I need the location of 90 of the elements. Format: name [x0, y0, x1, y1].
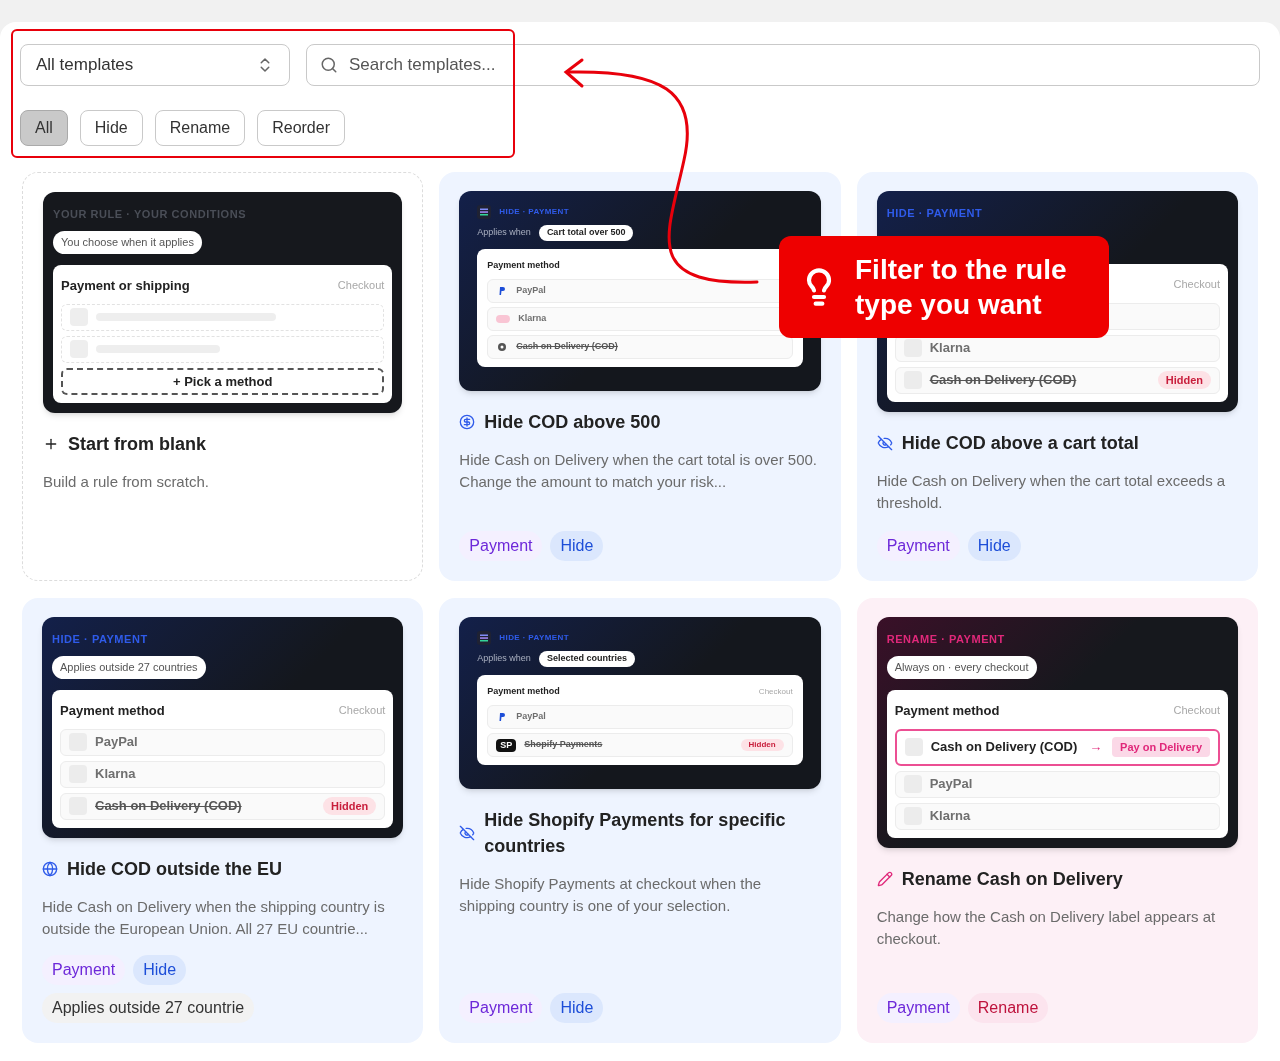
method-label: Klarna: [95, 765, 136, 784]
condition-prefix: Applies when: [477, 652, 531, 666]
hidden-badge: Hidden: [1157, 370, 1211, 390]
coin-icon: [496, 341, 509, 353]
template-select[interactable]: All templates: [20, 44, 290, 86]
panel-title: Payment method: [487, 259, 560, 273]
pick-method-button[interactable]: + Pick a method: [61, 367, 385, 395]
template-card[interactable]: [439, 172, 841, 581]
tag: Payment: [876, 993, 960, 1023]
method-label: Klarna: [929, 339, 971, 358]
card-description: Hide Cash on Delivery when the shipping country is outside the European Union. All 27 EU countrie...: [42, 896, 386, 939]
pencil-icon: [876, 870, 893, 887]
template-card[interactable]: YOUR RULE · YOUR CONDITIONS You choose when it applies Payment or shipping Checkout + Pick a method Start from blank Build a rule from scratch.: [22, 172, 424, 581]
callout-text: Filter to the rule type you want: [855, 253, 1068, 322]
card-title: Hide Shopify Payments for specific countries: [484, 809, 787, 858]
filter-chip[interactable]: Reorder: [257, 110, 345, 146]
card-description: Hide Shopify Payments at checkout when the shipping country is one of your selection.: [459, 874, 763, 916]
card-title: Rename Cash on Delivery: [901, 867, 1123, 891]
preview-header: YOUR RULE · YOUR CONDITIONS: [53, 207, 247, 222]
method-label: PayPal: [516, 710, 546, 724]
logo-icon: SP: [496, 738, 517, 752]
panel-title: Payment method: [487, 685, 560, 699]
card-description: Hide Cash on Delivery when the cart total exceeds a threshold.: [876, 470, 1227, 513]
hidden-badge: Hidden: [323, 796, 377, 816]
preview-header: RENAME · PAYMENT: [886, 632, 1005, 647]
panel-note: Checkout: [337, 278, 385, 294]
tag: Payment: [459, 993, 543, 1023]
struck-method-label: Cash on Delivery (COD): [516, 340, 618, 354]
tag: Hide: [967, 531, 1021, 561]
list-logo-icon: [477, 631, 492, 645]
condition-pill: Always on · every checkout: [886, 656, 1037, 679]
card-title: Start from blank: [68, 433, 207, 456]
panel-note: Checkout: [1173, 277, 1220, 293]
condition-pill: You choose when it applies: [53, 231, 202, 254]
struck-method-label: Cash on Delivery (COD): [929, 371, 1077, 390]
tag: Payment: [42, 955, 126, 985]
condition-pill: Cart total over 500: [538, 225, 634, 241]
template-card[interactable]: [22, 598, 424, 1043]
filter-chip[interactable]: Rename: [154, 110, 246, 146]
tag: Hide: [550, 993, 604, 1023]
filter-chip[interactable]: All: [20, 110, 68, 146]
struck-method-label: Cash on Delivery (COD): [95, 797, 242, 816]
eye-off-icon: [876, 434, 893, 451]
card-title: Hide COD outside the EU: [67, 857, 282, 881]
globe-icon: [42, 860, 58, 877]
tag: Hide: [133, 955, 187, 985]
method-label: Klarna: [518, 312, 547, 326]
method-label: PayPal: [929, 775, 973, 794]
filter-chip[interactable]: Hide: [79, 110, 143, 146]
arrow-icon: →: [1089, 737, 1103, 757]
panel-title: Payment method: [60, 701, 165, 720]
plus-icon: [43, 436, 59, 452]
card-title: Hide COD above a cart total: [901, 431, 1139, 455]
eye-off-icon: [459, 825, 476, 841]
panel-note: Checkout: [1173, 703, 1220, 719]
panel-title: Payment method: [894, 701, 1000, 720]
list-logo-icon: [477, 205, 492, 219]
klarna-logo-icon: [496, 315, 511, 323]
tag: Payment: [876, 531, 960, 561]
card-description: Build a rule from scratch.: [43, 472, 210, 492]
method-label: PayPal: [95, 733, 138, 752]
struck-method-label: Shopify Payments: [524, 738, 603, 752]
search-field[interactable]: Search templates...: [306, 44, 1260, 86]
preview-header: HIDE · PAYMENT: [886, 206, 983, 221]
method-label: PayPal: [516, 284, 546, 298]
applies-note: Applies outside 27 countrie: [42, 993, 255, 1023]
card-description: Change how the Cash on Delivery label appears at checkout.: [876, 906, 1217, 949]
panel-note: Checkout: [338, 703, 386, 719]
tag: Payment: [459, 531, 543, 561]
condition-pill: Applies outside 27 countries: [52, 656, 206, 679]
condition-pill: Selected countries: [538, 651, 635, 667]
preview-header: HIDE · PAYMENT: [52, 632, 148, 647]
dollar-icon: [459, 414, 476, 430]
template-card[interactable]: [439, 598, 841, 1043]
preview-header: HIDE · PAYMENT: [499, 632, 569, 644]
method-label: Cash on Delivery (COD): [930, 738, 1078, 757]
renamed-label: Pay on Delivery: [1112, 736, 1210, 758]
tag: Rename: [967, 993, 1049, 1023]
panel-note: Checkout: [758, 686, 793, 698]
hidden-badge: Hidden: [740, 739, 784, 751]
search-icon: [320, 56, 338, 74]
card-description: Hide Cash on Delivery when the cart total is over 500. Change the amount to match your risk...: [459, 450, 818, 492]
preview-header: HIDE · PAYMENT: [499, 206, 569, 218]
method-label: Klarna: [929, 807, 971, 826]
template-card[interactable]: [856, 598, 1258, 1043]
card-title: Hide COD above 500: [484, 411, 661, 434]
checkbox-placeholder-icon: [903, 339, 922, 357]
panel-title: Payment or shipping: [61, 276, 190, 295]
tag: Hide: [550, 531, 604, 561]
condition-prefix: Applies when: [477, 226, 531, 240]
